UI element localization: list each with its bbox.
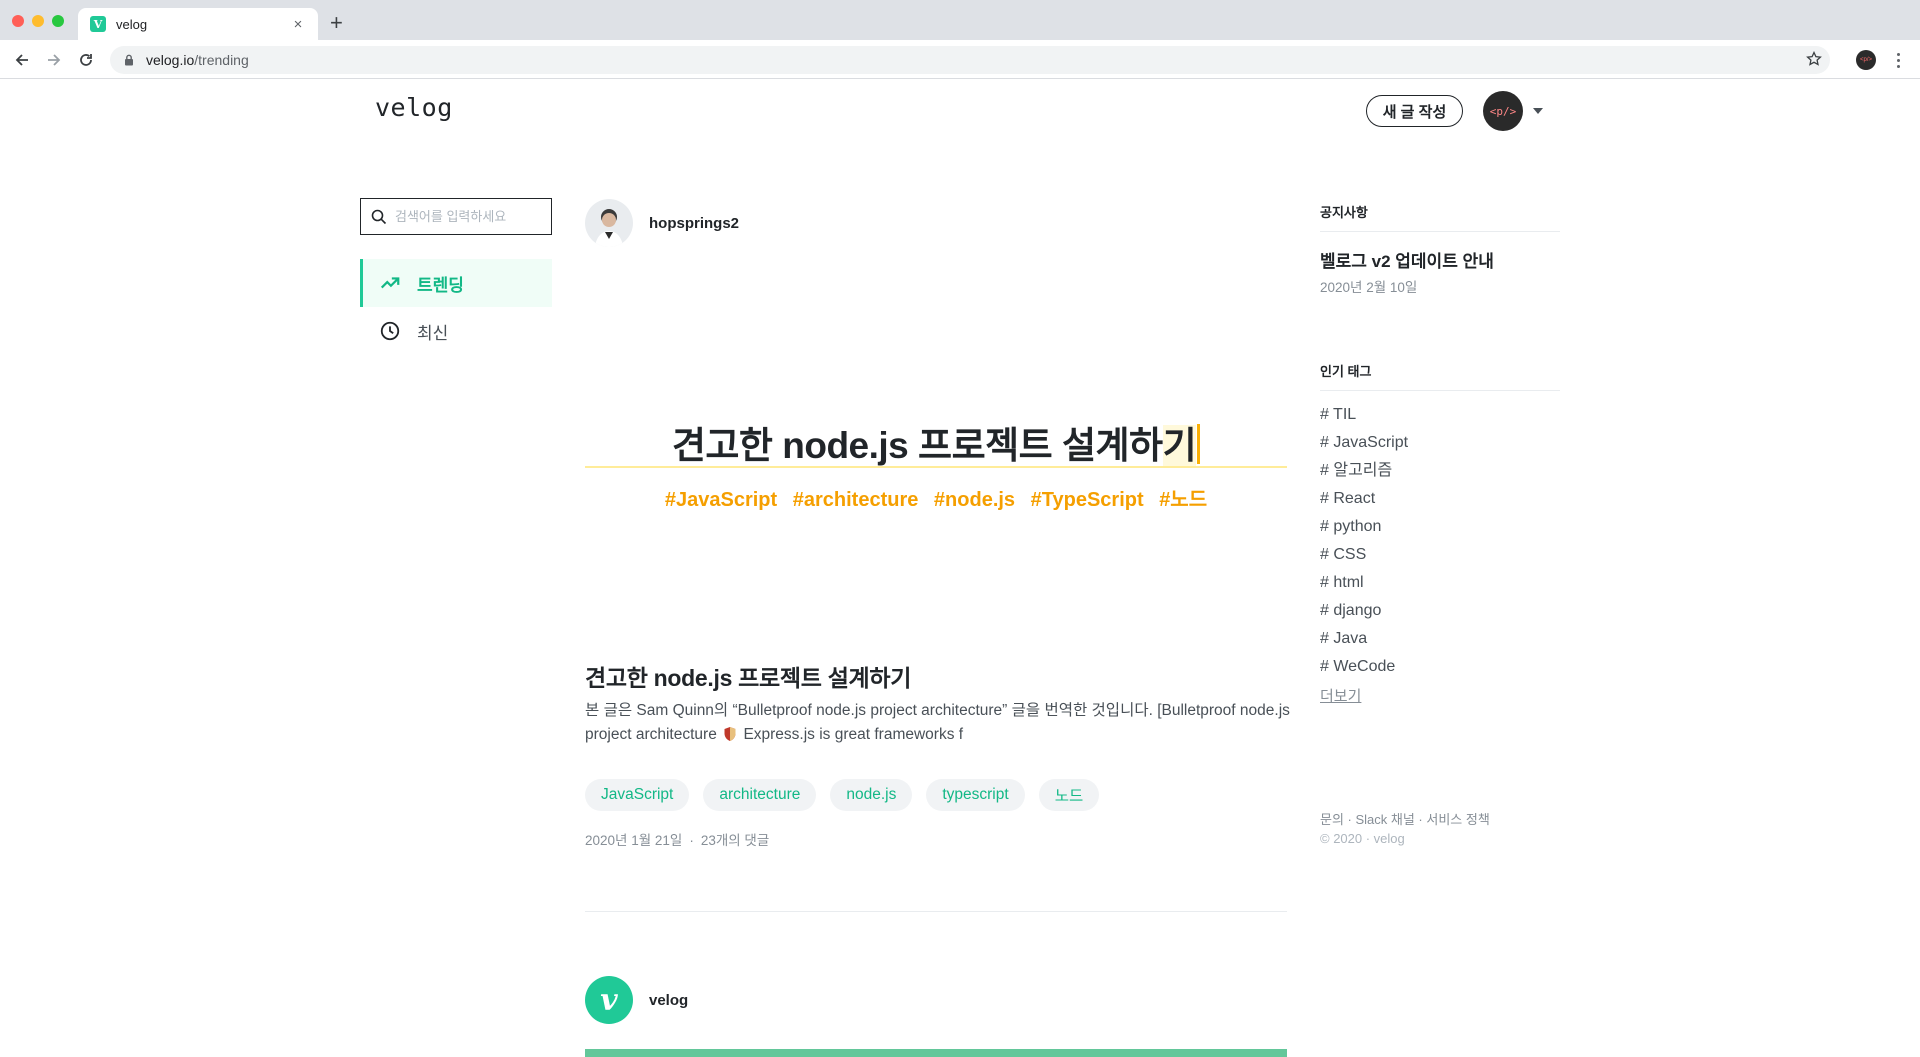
url-host: velog.io	[146, 52, 195, 68]
popular-tag[interactable]: # html	[1320, 573, 1408, 601]
thumbnail-tag: #architecture	[792, 489, 919, 511]
clock-icon	[380, 321, 400, 341]
post-divider	[585, 911, 1287, 912]
thumbnail-tag: #TypeScript	[1030, 489, 1144, 511]
reload-icon	[80, 54, 92, 66]
maximize-window-button[interactable]	[52, 15, 64, 27]
thumbnail-tag: #노드	[1159, 489, 1208, 511]
comment-count: 23개의 댓글	[700, 833, 770, 848]
address-bar[interactable]: velog.io/trending	[110, 46, 1830, 74]
popular-tag[interactable]: # JavaScript	[1320, 433, 1408, 461]
tab-title: velog	[116, 16, 148, 32]
browser-profile-avatar[interactable]: <p/>	[1856, 50, 1876, 70]
tag-chip[interactable]: architecture	[703, 779, 817, 811]
thumbnail-tag: #JavaScript	[664, 489, 778, 511]
arrow-left-icon	[15, 54, 28, 66]
more-tags-link[interactable]: 더보기	[1320, 685, 1361, 706]
post-tags: JavaScript architecture node.js typescri…	[585, 779, 1100, 811]
tag-chip[interactable]: JavaScript	[585, 779, 690, 811]
text-cursor	[1197, 424, 1201, 464]
post-date: 2020년 1월 21일	[585, 833, 683, 848]
footer-separator: ·	[1343, 812, 1356, 827]
sidebar-item-trending[interactable]: 트렌딩	[360, 259, 552, 307]
sidebar-item-label: 트렌딩	[417, 275, 464, 295]
popular-tags-list: # TIL # JavaScript # 알고리즘 # React # pyth…	[1320, 405, 1408, 685]
thumbnail-underline	[585, 466, 1287, 468]
sidebar-item-label: 최신	[417, 323, 449, 343]
user-avatar[interactable]: <p/>	[1483, 91, 1523, 131]
sidebar-item-recent[interactable]: 최신	[360, 307, 552, 355]
search-box[interactable]	[360, 198, 552, 235]
thumbnail-title: 견고한 node.js 프로젝트 설계하기	[585, 415, 1287, 469]
tag-chip[interactable]: typescript	[926, 779, 1025, 811]
copyright: © 2020 · velog	[1320, 831, 1405, 846]
post-thumbnail[interactable]	[585, 1049, 1287, 1057]
search-input[interactable]	[395, 209, 545, 224]
popular-tag[interactable]: # React	[1320, 489, 1408, 517]
policy-link[interactable]: 서비스 정책	[1426, 812, 1489, 827]
notice-date: 2020년 2월 10일	[1320, 280, 1418, 295]
arrow-right-icon	[48, 54, 61, 66]
footer-links: 문의 · Slack 채널 · 서비스 정책	[1320, 809, 1490, 828]
post-thumbnail[interactable]: 견고한 node.js 프로젝트 설계하기 #JavaScript #archi…	[585, 285, 1287, 589]
post-meta: 2020년 1월 21일 · 23개의 댓글	[585, 829, 769, 849]
notice-heading: 공지사항	[1320, 202, 1560, 232]
browser-tab[interactable]: V velog ×	[78, 8, 318, 40]
browser-toolbar: velog.io/trending <p/>	[0, 40, 1920, 79]
shield-icon	[723, 726, 737, 742]
post-title[interactable]: 견고한 node.js 프로젝트 설계하기	[585, 659, 911, 693]
popular-tag[interactable]: # Java	[1320, 629, 1408, 657]
url-path: /trending	[194, 52, 249, 68]
velog-favicon-icon: V	[90, 16, 106, 32]
search-icon	[371, 209, 387, 224]
back-button[interactable]	[10, 48, 34, 72]
browser-tabstrip: V velog × +	[0, 0, 1920, 40]
contact-link[interactable]: 문의	[1320, 812, 1344, 827]
slack-link[interactable]: Slack 채널	[1355, 812, 1414, 827]
browser-menu-icon[interactable]	[1893, 50, 1903, 70]
popular-tag[interactable]: # python	[1320, 517, 1408, 545]
popular-tag[interactable]: # WeCode	[1320, 657, 1408, 685]
popular-tag[interactable]: # TIL	[1320, 405, 1408, 433]
tag-chip[interactable]: 노드	[1038, 779, 1100, 811]
tab-close-icon[interactable]: ×	[290, 16, 306, 33]
popular-tags-heading: 인기 태그	[1320, 361, 1560, 391]
velog-logo[interactable]: velog	[375, 93, 453, 122]
popular-tag[interactable]: # CSS	[1320, 545, 1408, 573]
new-tab-button[interactable]: +	[330, 12, 343, 34]
minimize-window-button[interactable]	[32, 15, 44, 27]
thumbnail-title-highlight: 기	[1162, 425, 1197, 466]
author-avatar	[585, 199, 633, 247]
lock-icon	[122, 53, 136, 67]
thumbnail-title-main: 견고한 node.js 프로젝트 설계하	[671, 425, 1163, 466]
bookmark-star-icon[interactable]	[1806, 50, 1822, 72]
post-author[interactable]: hopsprings2	[585, 199, 739, 247]
post-author[interactable]: v velog	[585, 976, 688, 1024]
caret-down-icon[interactable]	[1533, 108, 1543, 114]
post-description: 본 글은 Sam Quinn의 “Bulletproof node.js pro…	[585, 699, 1290, 747]
new-post-button[interactable]: 새 글 작성	[1366, 95, 1463, 127]
description-text: Express.js is great frameworks f	[743, 726, 964, 743]
author-name: hopsprings2	[649, 214, 740, 232]
popular-tag[interactable]: # django	[1320, 601, 1408, 629]
reload-button[interactable]	[74, 48, 98, 72]
popular-tag[interactable]: # 알고리즘	[1320, 461, 1408, 489]
close-window-button[interactable]	[12, 15, 24, 27]
url-text: velog.io/trending	[146, 52, 249, 68]
tag-chip[interactable]: node.js	[830, 779, 913, 811]
author-avatar: v	[585, 976, 633, 1024]
forward-button[interactable]	[42, 48, 66, 72]
thumbnail-tags: #JavaScript #architecture #node.js #Type…	[585, 483, 1287, 512]
author-name: velog	[649, 991, 689, 1009]
footer-separator: ·	[1414, 812, 1427, 827]
thumbnail-tag: #node.js	[933, 489, 1016, 511]
notice-title[interactable]: 벨로그 v2 업데이트 안내	[1320, 247, 1494, 272]
trending-up-icon	[380, 277, 400, 289]
meta-separator: ·	[689, 833, 694, 848]
